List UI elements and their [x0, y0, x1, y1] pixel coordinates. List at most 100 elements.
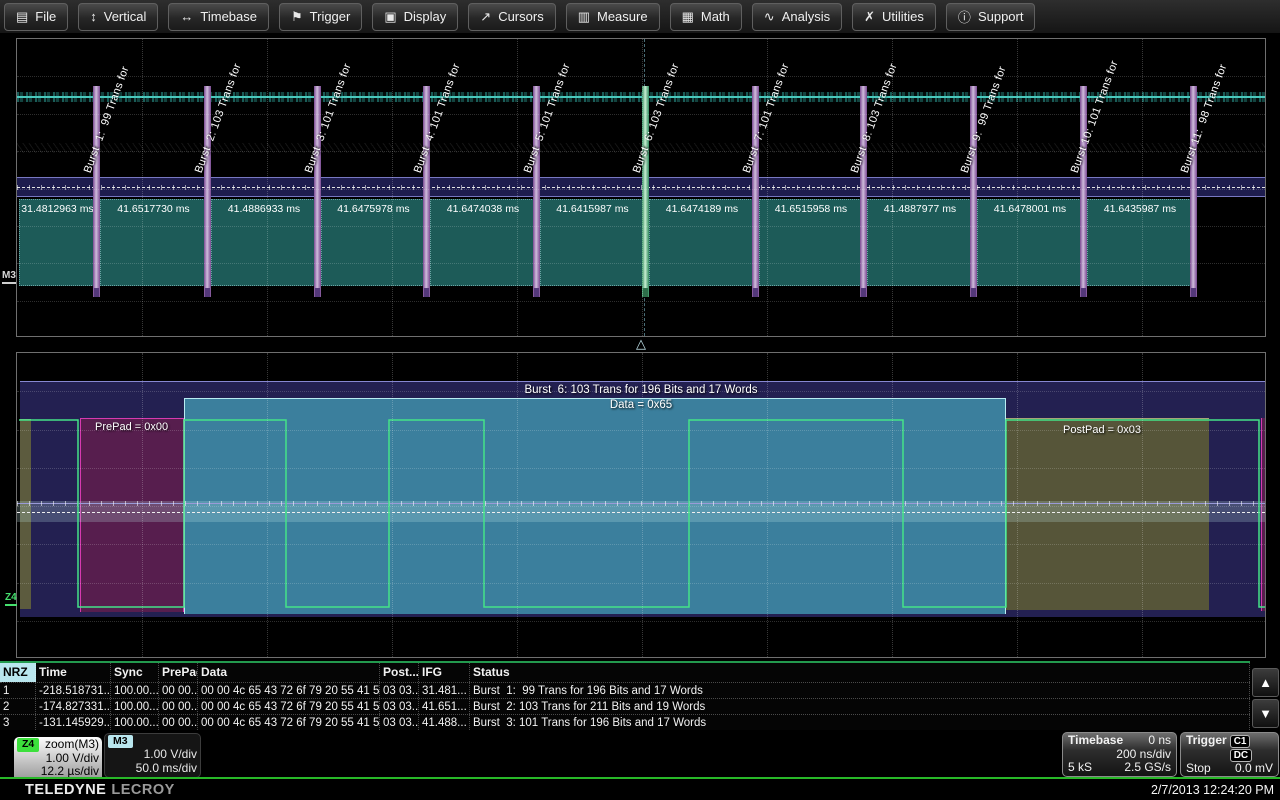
menu-button-support[interactable]: ⓘSupport: [946, 3, 1036, 31]
burst-measurement-cell: 41.6435987 ms: [1087, 199, 1193, 286]
table-cell-status: Burst 2: 103 Trans for 211 Bits and 19 W…: [470, 699, 1250, 714]
zoom-waveform-graticule[interactable]: Burst 6: 103 Trans for 196 Bits and 17 W…: [16, 352, 1266, 658]
burst-label-11: Burst 11: 98 Trans for: [1179, 63, 1231, 175]
table-cell-prepad: 00 00...: [159, 715, 198, 730]
table-cell-ifg: 31.481...: [419, 683, 470, 698]
gridline: [17, 583, 1265, 584]
burst-marker-8[interactable]: [860, 86, 867, 297]
table-cell-data: 00 00 4c 65 43 72 6f 79 20 55 41 52...: [198, 715, 380, 730]
burst-marker-4[interactable]: [423, 86, 430, 297]
menu-label-timebase: Timebase: [200, 9, 257, 24]
menu-button-vertical[interactable]: ↕Vertical: [78, 3, 158, 31]
gridline: [17, 391, 1265, 392]
m3-descriptor-box[interactable]: M3 1.00 V/div 50.0 ms/div: [104, 733, 201, 778]
measure-icon: ▥: [578, 9, 590, 25]
table-header-nrz[interactable]: NRZ: [0, 663, 36, 682]
burst-measurement-cell: 41.6515958 ms: [759, 199, 863, 286]
trigger-icon: ⚑: [291, 9, 303, 25]
trigger-box[interactable]: Trigger C1DC Stop 0.0 mV Edge Positive: [1180, 732, 1279, 777]
burst-label-6: Burst 6: 103 Trans for: [631, 62, 683, 175]
table-scroll-down-button[interactable]: ▼: [1252, 699, 1279, 728]
menu-button-utilities[interactable]: ✗Utilities: [852, 3, 936, 31]
table-cell-data: 00 00 4c 65 43 72 6f 79 20 55 41 52...: [198, 683, 380, 698]
decode-result-table: NRZTimeSyncPrePadDataPost...IFGStatus1-2…: [0, 661, 1250, 730]
gridline: [142, 353, 143, 657]
table-cell-sync: 100.00...: [111, 699, 159, 714]
m3-tab[interactable]: M3: [108, 735, 133, 748]
gridline: [767, 39, 768, 336]
burst-marker-7[interactable]: [752, 86, 759, 297]
menu-button-file[interactable]: ▤File: [4, 3, 68, 31]
menu-button-analysis[interactable]: ∿ Analysis: [752, 3, 842, 31]
analysis-icon: ∿: [764, 9, 775, 25]
gridline: [267, 39, 268, 336]
table-cell-time: -131.145929...: [36, 715, 111, 730]
trigger-source-badge: C1: [1230, 735, 1251, 748]
table-cell-prepad: 00 00...: [159, 699, 198, 714]
menu-button-math[interactable]: ▦Math: [670, 3, 742, 31]
burst-measurement-cell: 41.6474189 ms: [649, 199, 755, 286]
table-cell-post: 03 03...: [380, 715, 419, 730]
burst-title: Burst 6: 103 Trans for 196 Bits and 17 W…: [17, 384, 1265, 396]
burst-marker-3[interactable]: [314, 86, 321, 297]
trigger-label: Trigger: [1186, 734, 1227, 762]
menu-button-measure[interactable]: ▥Measure: [566, 3, 660, 31]
menu-button-timebase[interactable]: ↔ Timebase: [168, 3, 269, 31]
burst-marker-10[interactable]: [1080, 86, 1087, 297]
m3-channel-label[interactable]: M3: [2, 270, 16, 284]
burst-marker-6[interactable]: [642, 86, 649, 297]
support-icon: ⓘ: [958, 7, 971, 26]
table-header-sync[interactable]: Sync: [111, 663, 159, 682]
table-header-time[interactable]: Time: [36, 663, 111, 682]
timebase-box[interactable]: Timebase 0 ns 200 ns/div 5 kS 2.5 GS/s: [1062, 732, 1177, 777]
table-header-post[interactable]: Post...: [380, 663, 419, 682]
timebase-offset: 0 ns: [1148, 734, 1171, 748]
burst-measurement-cell: 41.6517730 ms: [100, 199, 207, 286]
gridline: [892, 353, 893, 657]
main-waveform-graticule[interactable]: 31.4812963 ms41.6517730 ms41.4886933 ms4…: [16, 38, 1266, 337]
table-cell-data: 00 00 4c 65 43 72 6f 79 20 55 41 52...: [198, 699, 380, 714]
menu-label-file: File: [35, 9, 56, 24]
burst-marker-2[interactable]: [204, 86, 211, 297]
vertical-icon: ↕: [90, 9, 97, 24]
gridline: [392, 353, 393, 657]
table-cell-post: 03 03...: [380, 699, 419, 714]
burst-marker-5[interactable]: [533, 86, 540, 297]
menu-button-trigger[interactable]: ⚑Trigger: [279, 3, 362, 31]
table-header-prepad[interactable]: PrePad: [159, 663, 198, 682]
menu-button-display[interactable]: ▣Display: [372, 3, 458, 31]
burst-marker-1[interactable]: [93, 86, 100, 297]
z4-channel-label[interactable]: Z4: [5, 592, 17, 606]
z4-tab[interactable]: Z4: [17, 738, 39, 752]
burst-measurement-cell: 41.6474038 ms: [430, 199, 536, 286]
gridline: [267, 353, 268, 657]
menu-label-cursors: Cursors: [498, 9, 544, 24]
table-header-ifg[interactable]: IFG: [419, 663, 470, 682]
burst-marker-11[interactable]: [1190, 86, 1197, 297]
gridline: [517, 353, 518, 657]
z4-descriptor-box[interactable]: Z4 zoom(M3) 1.00 V/div 12.2 µs/div: [14, 737, 102, 778]
menu-button-cursors[interactable]: ↗Cursors: [468, 3, 555, 31]
table-cell-sync: 100.00...: [111, 683, 159, 698]
table-cell-nrz: 2: [0, 699, 36, 714]
table-header-data[interactable]: Data: [198, 663, 380, 682]
timebase-icon: ↔: [180, 9, 193, 24]
gridline: [17, 430, 1265, 431]
table-cell-post: 03 03...: [380, 683, 419, 698]
trigger-time-marker[interactable]: △: [636, 337, 646, 350]
trigger-mode: Stop: [1186, 762, 1211, 776]
z4-vdiv: 1.00 V/div: [46, 752, 99, 766]
table-row[interactable]: 3-131.145929...100.00...00 00...00 00 4c…: [0, 714, 1250, 730]
menu-label-analysis: Analysis: [782, 9, 830, 24]
burst-marker-9[interactable]: [970, 86, 977, 297]
timebase-label: Timebase: [1068, 734, 1123, 748]
gridline: [17, 114, 1265, 115]
gridline: [17, 301, 1265, 302]
gridline: [17, 621, 1265, 622]
burst-label-5: Burst 5: 101 Trans for: [522, 62, 574, 175]
table-row[interactable]: 1-218.518731...100.00...00 00...00 00 4c…: [0, 682, 1250, 698]
table-scroll-up-button[interactable]: ▲: [1252, 668, 1279, 697]
table-header-status[interactable]: Status: [470, 663, 1250, 682]
table-cell-nrz: 3: [0, 715, 36, 730]
table-row[interactable]: 2-174.827331...100.00...00 00...00 00 4c…: [0, 698, 1250, 714]
